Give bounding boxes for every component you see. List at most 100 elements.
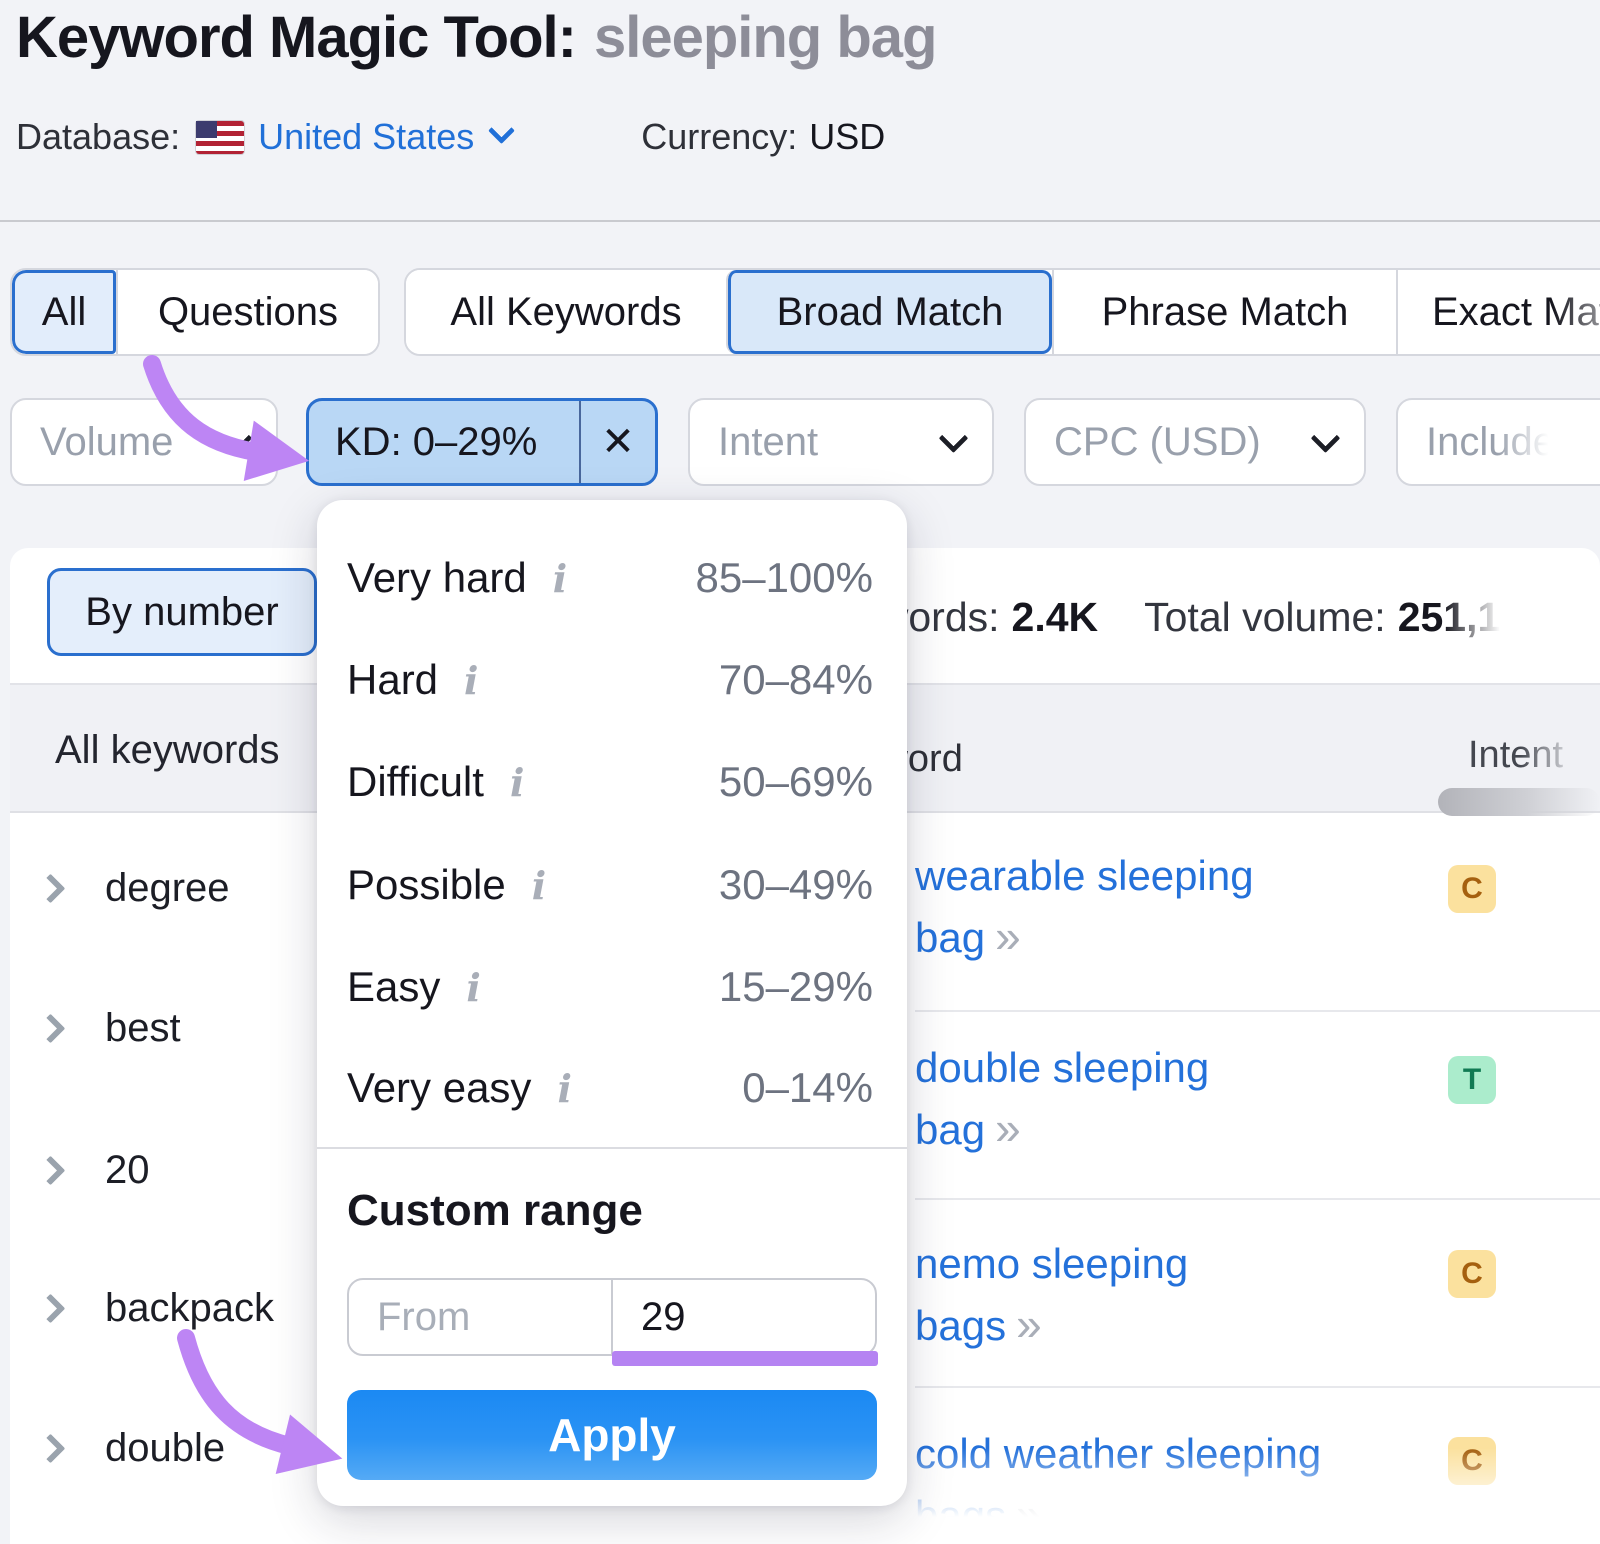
kd-option-hard[interactable]: Hard i 70–84%: [347, 655, 873, 705]
tab-all[interactable]: All: [12, 270, 116, 354]
chevron-down-icon: [939, 423, 969, 453]
scope-tab-group: All Questions: [10, 268, 380, 356]
volume-filter-label: Volume: [40, 420, 173, 465]
match-tab-group: All Keywords Broad Match Phrase Match Ex…: [404, 268, 1600, 356]
dropdown-divider: [317, 1147, 907, 1149]
close-icon[interactable]: ✕: [581, 401, 655, 483]
us-flag-icon: [196, 121, 244, 154]
tab-broad-match[interactable]: Broad Match: [726, 270, 1052, 354]
info-icon[interactable]: i: [466, 965, 480, 1010]
kd-option-label: Very hard: [347, 554, 527, 602]
tab-all-keywords[interactable]: All Keywords: [406, 270, 726, 354]
sidebar-header: All keywords: [55, 728, 280, 773]
intent-filter-label: Intent: [718, 420, 818, 465]
header-divider: [0, 220, 1600, 222]
kd-option-label: Hard: [347, 656, 438, 704]
keyword-link[interactable]: wearable sleeping bag: [915, 852, 1254, 961]
double-chevron-icon[interactable]: »: [1016, 1298, 1042, 1350]
sidebar-item-label: 20: [105, 1148, 150, 1193]
by-number-button[interactable]: By number: [47, 568, 317, 656]
page-title: Keyword Magic Tool: sleeping bag: [16, 4, 936, 71]
kd-option-range: 30–49%: [719, 861, 873, 909]
from-input[interactable]: [349, 1295, 611, 1340]
page-title-query: sleeping bag: [594, 5, 937, 70]
intent-badge: C: [1448, 1250, 1496, 1298]
volume-stat-label: Total volume:: [1144, 594, 1386, 641]
horizontal-scrollbar[interactable]: [1438, 788, 1600, 816]
kd-option-difficult[interactable]: Difficult i 50–69%: [347, 757, 873, 807]
include-filter-label: Include: [1426, 420, 1555, 465]
kd-option-label: Possible: [347, 861, 506, 909]
intent-badge: C: [1448, 865, 1496, 913]
volume-filter[interactable]: Volume: [10, 398, 278, 486]
kd-option-very-easy[interactable]: Very easy i 0–14%: [347, 1063, 873, 1113]
custom-range-inputs: [347, 1278, 877, 1356]
keywords-stat-value: 2.4K: [1012, 594, 1099, 641]
chevron-down-icon: [488, 117, 515, 144]
include-filter[interactable]: Include: [1396, 398, 1600, 486]
kd-option-label: Easy: [347, 963, 440, 1011]
tab-exact-match[interactable]: Exact Match: [1396, 270, 1600, 354]
chevron-right-icon: [36, 1156, 66, 1186]
chevron-right-icon: [36, 1014, 66, 1044]
kd-option-easy[interactable]: Easy i 15–29%: [347, 962, 873, 1012]
currency-value: USD: [809, 116, 885, 158]
page-title-label: Keyword Magic Tool:: [16, 5, 576, 70]
volume-stat-value: 251,1: [1398, 594, 1501, 641]
to-input[interactable]: [613, 1295, 875, 1340]
intent-badge: T: [1448, 1056, 1496, 1104]
intent-column-header: Intent: [1468, 734, 1563, 777]
tab-exact-match-label: Exact Match: [1432, 290, 1600, 335]
kd-option-label: Difficult: [347, 758, 484, 806]
info-icon[interactable]: i: [464, 658, 478, 703]
sidebar-item-backpack[interactable]: backpack: [40, 1286, 274, 1331]
keyword-link[interactable]: cold weather sleeping bags: [915, 1430, 1321, 1539]
keyword-link[interactable]: double sleeping bag: [915, 1044, 1209, 1153]
chevron-right-icon: [36, 1294, 66, 1324]
sidebar-item-double[interactable]: double: [40, 1426, 225, 1471]
row-divider: [915, 1198, 1600, 1200]
double-chevron-icon[interactable]: »: [995, 910, 1021, 962]
keyword-link[interactable]: nemo sleeping bags: [915, 1240, 1188, 1349]
kd-option-range: 85–100%: [696, 554, 874, 602]
kd-option-possible[interactable]: Possible i 30–49%: [347, 860, 873, 910]
info-icon[interactable]: i: [557, 1066, 571, 1111]
info-icon[interactable]: i: [553, 556, 567, 601]
info-icon[interactable]: i: [510, 760, 524, 805]
cpc-filter[interactable]: CPC (USD): [1024, 398, 1366, 486]
sidebar-item-best[interactable]: best: [40, 1006, 181, 1051]
input-highlight-underline: [612, 1351, 878, 1366]
apply-button[interactable]: Apply: [347, 1390, 877, 1480]
chevron-down-icon: [223, 423, 253, 453]
database-row: Database: United States Currency: USD: [16, 116, 885, 158]
table-row: cold weather sleeping bags»: [915, 1424, 1325, 1544]
kd-option-very-hard[interactable]: Very hard i 85–100%: [347, 553, 873, 603]
chevron-down-icon: [1311, 423, 1341, 453]
kd-filter-chip[interactable]: KD: 0–29% ✕: [306, 398, 658, 486]
table-row: double sleeping bag»: [915, 1038, 1325, 1160]
intent-badge: C: [1448, 1437, 1496, 1485]
info-icon[interactable]: i: [532, 863, 546, 908]
custom-range-heading: Custom range: [347, 1186, 643, 1236]
sidebar-item-degree[interactable]: degree: [40, 866, 230, 911]
currency-label: Currency:: [641, 116, 797, 158]
kd-option-range: 70–84%: [719, 656, 873, 704]
intent-filter[interactable]: Intent: [688, 398, 994, 486]
kd-option-range: 15–29%: [719, 963, 873, 1011]
tab-phrase-match[interactable]: Phrase Match: [1052, 270, 1396, 354]
tab-questions[interactable]: Questions: [116, 270, 378, 354]
double-chevron-icon[interactable]: »: [995, 1102, 1021, 1154]
sidebar-item-20[interactable]: 20: [40, 1148, 150, 1193]
sidebar-item-label: backpack: [105, 1286, 274, 1331]
to-field-cell: [611, 1280, 875, 1354]
double-chevron-icon[interactable]: »: [1016, 1488, 1042, 1540]
table-row: nemo sleeping bags»: [915, 1234, 1325, 1356]
sidebar-item-label: best: [105, 1006, 181, 1051]
database-select[interactable]: United States: [258, 116, 511, 158]
kd-option-range: 0–14%: [742, 1064, 873, 1112]
row-divider: [915, 1010, 1600, 1012]
sidebar-item-label: degree: [105, 866, 230, 911]
chevron-right-icon: [36, 874, 66, 904]
database-value: United States: [258, 116, 474, 158]
keyword-magic-tool-page: Keyword Magic Tool: sleeping bag Database…: [0, 0, 1600, 1544]
